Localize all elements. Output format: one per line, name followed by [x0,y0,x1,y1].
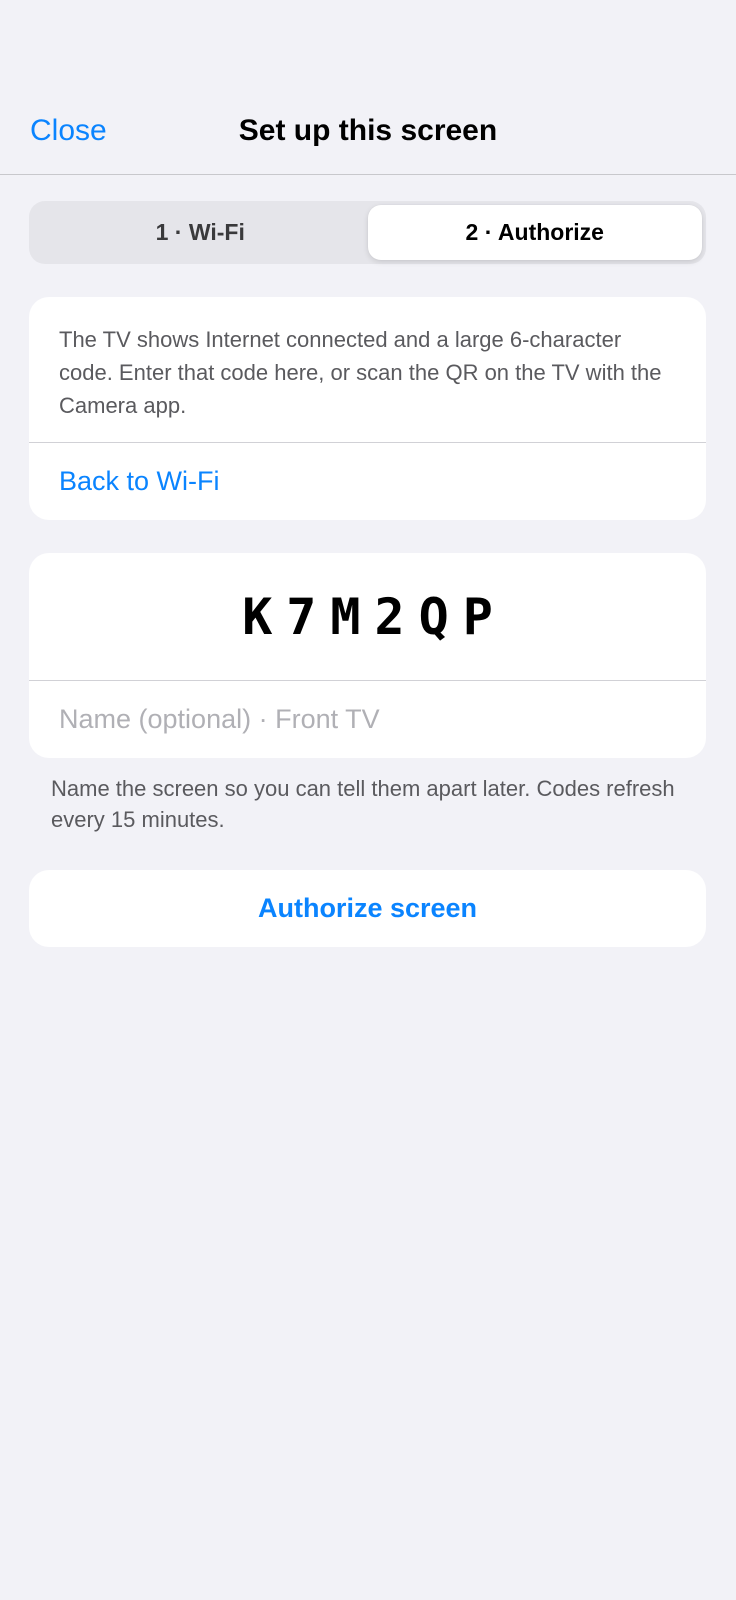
tab-wifi[interactable]: 1 · Wi-Fi [33,205,368,260]
tab-authorize[interactable]: 2 · Authorize [367,205,702,260]
code-input[interactable]: K7M2QP [29,553,706,680]
instructions-card: The TV shows Internet connected and a la… [29,297,706,520]
navigation-bar: Close Set up this screen [0,0,736,175]
step-segmented-control: 1 · Wi-Fi 2 · Authorize [29,201,706,264]
page-title: Set up this screen [238,114,498,147]
authorize-screen-button[interactable]: Authorize screen [29,870,706,947]
back-to-wifi-link[interactable]: Back to Wi-Fi [29,443,706,520]
action-card: Authorize screen [29,870,706,947]
instructions-text: The TV shows Internet connected and a la… [59,327,662,418]
screen-name-input[interactable] [29,681,706,758]
setup-screen: Close Set up this screen 1 · Wi-Fi 2 · A… [0,0,736,1600]
code-entry-card: K7M2QP [29,553,706,758]
footnote-text: Name the screen so you can tell them apa… [51,776,675,832]
